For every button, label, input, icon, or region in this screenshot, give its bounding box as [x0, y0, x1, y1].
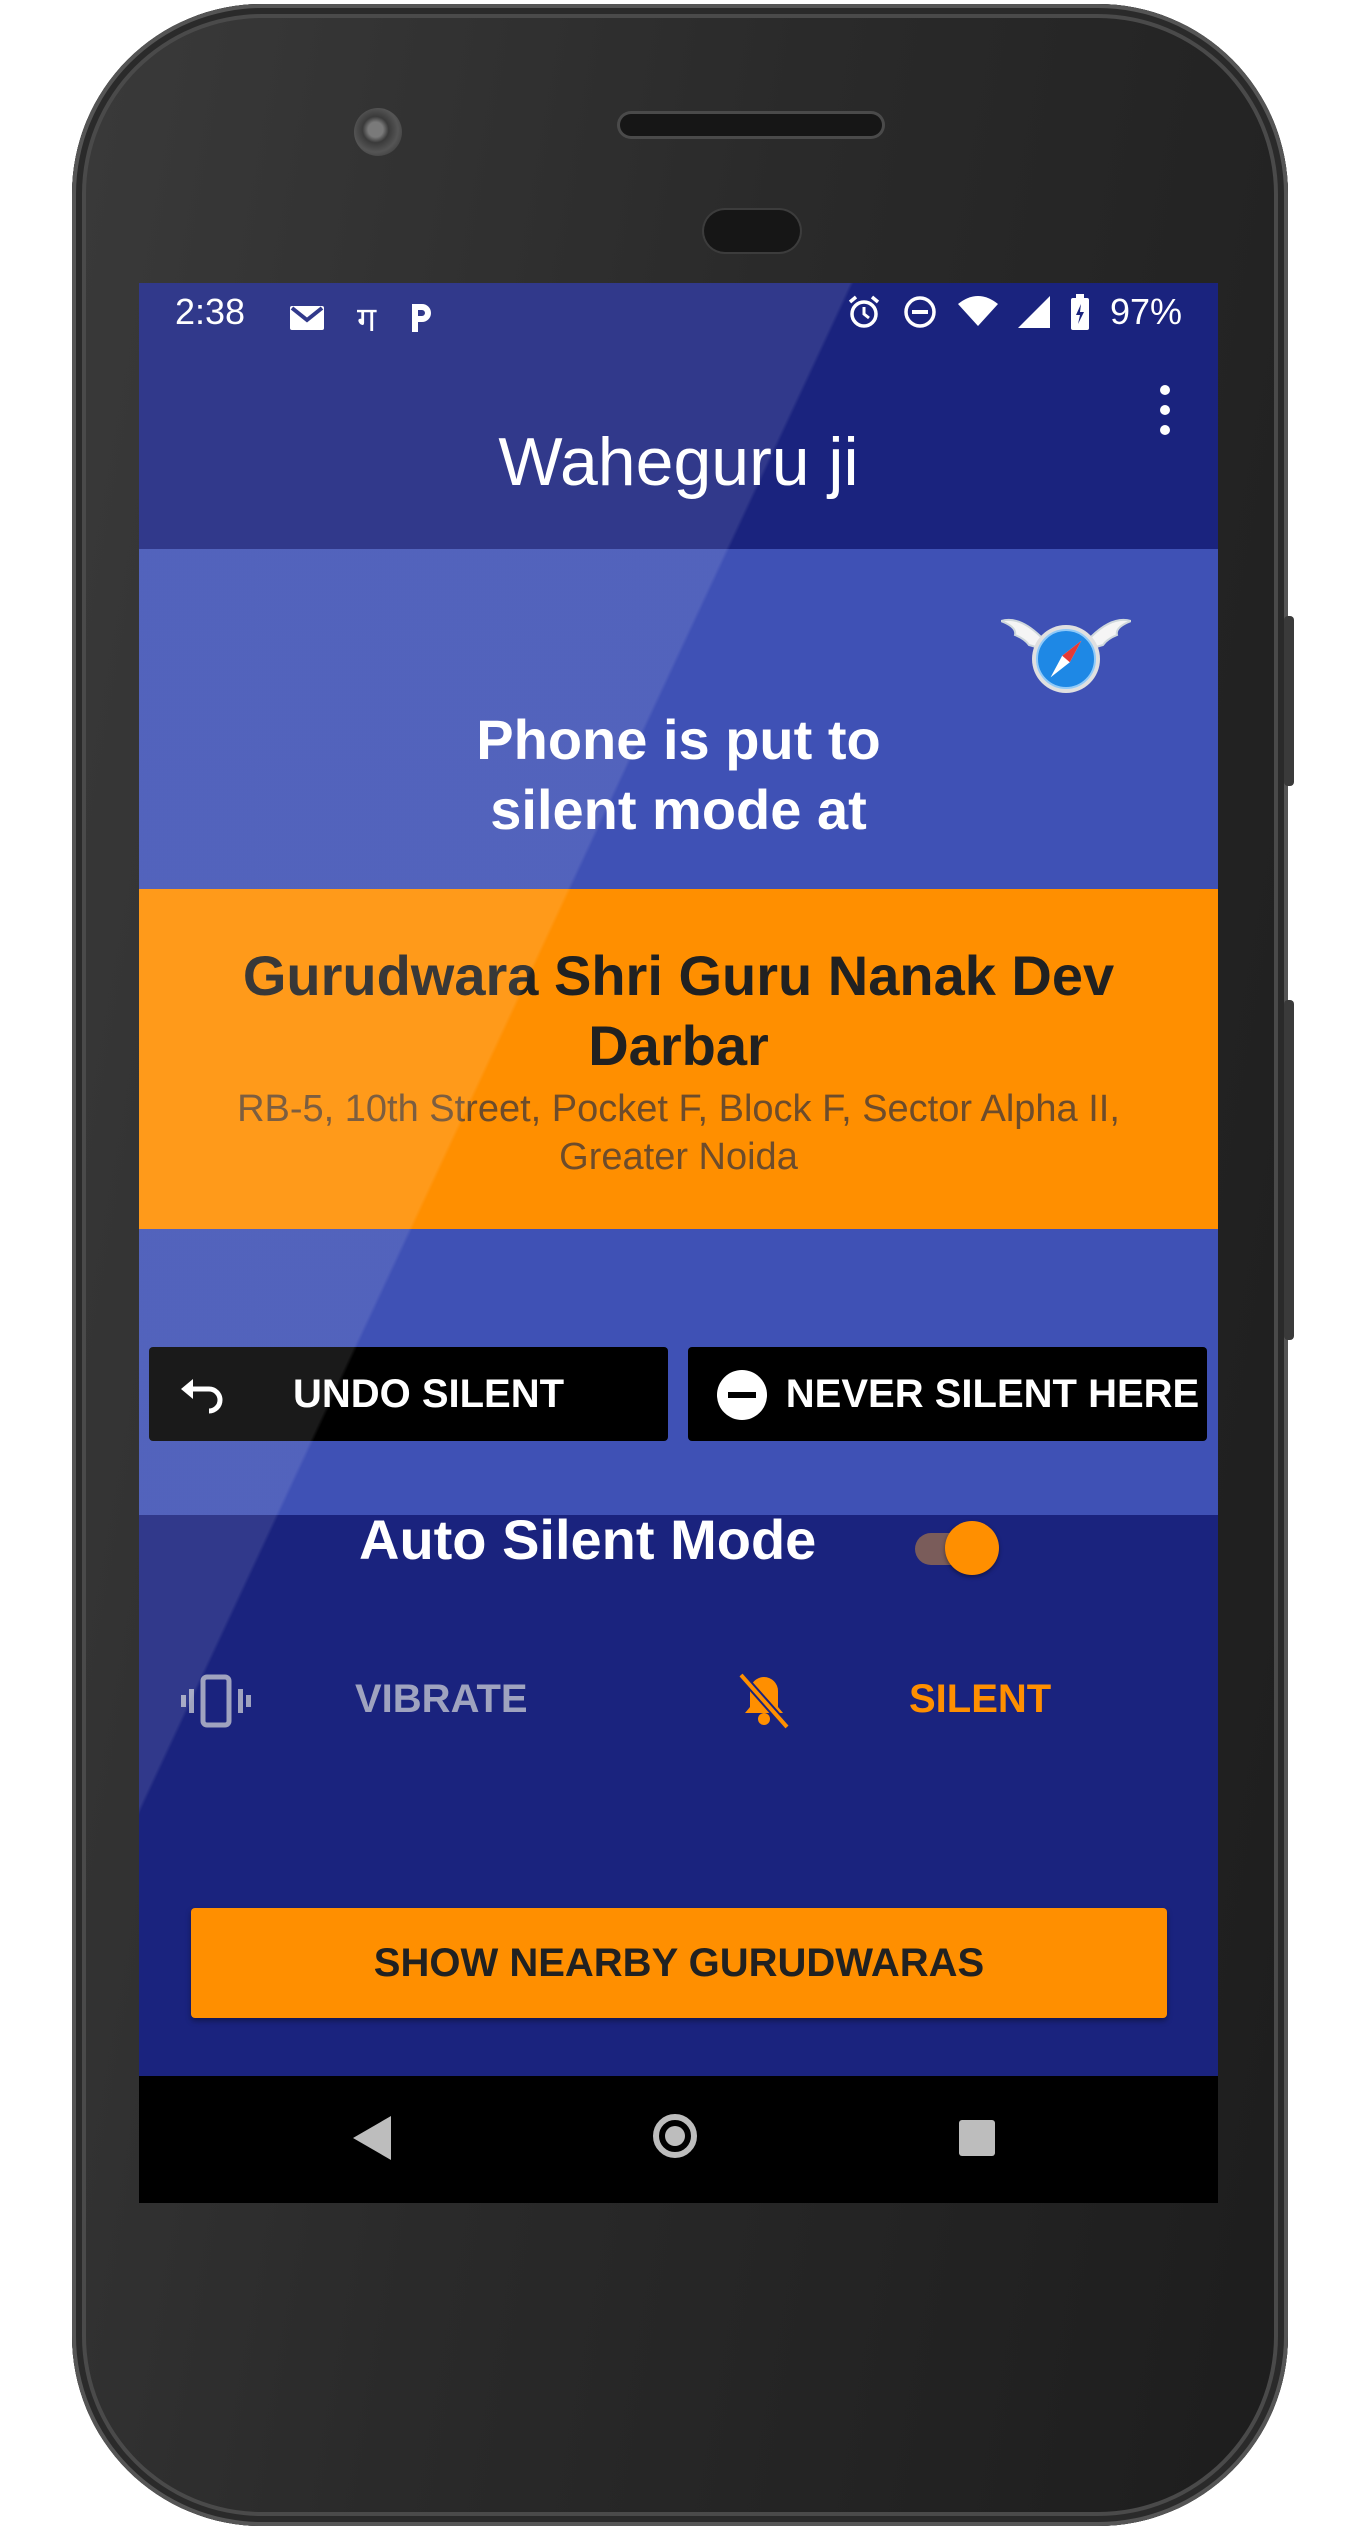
gmail-icon: [290, 306, 324, 330]
volume-button: [1284, 1000, 1294, 1340]
toggle-thumb: [945, 1521, 999, 1575]
auto-silent-label: Auto Silent Mode: [359, 1508, 817, 1571]
front-camera: [354, 108, 402, 156]
home-icon[interactable]: [653, 2114, 697, 2158]
show-nearby-gurudwaras-label: SHOW NEARBY GURUDWARAS: [373, 1940, 985, 1985]
dnd-icon: [904, 296, 936, 328]
navigation-bar: [139, 2076, 1218, 2203]
location-card: Gurudwara Shri Guru Nanak Dev Darbar RB-…: [139, 889, 1218, 1229]
location-address: RB-5, 10th Street, Pocket F, Block F, Se…: [139, 1085, 1218, 1181]
silent-message-line1: Phone is put to: [476, 708, 881, 771]
auto-silent-toggle[interactable]: [907, 1519, 999, 1575]
signal-icon: [1017, 296, 1050, 328]
recents-icon[interactable]: [959, 2120, 995, 2156]
location-address-line2: Greater Noida: [559, 1136, 798, 1178]
never-silent-here-label: NEVER SILENT HERE: [785, 1371, 1200, 1416]
overflow-menu-icon[interactable]: [1158, 385, 1172, 435]
bell-off-icon[interactable]: [729, 1671, 799, 1731]
devanagari-icon: ग: [357, 301, 377, 339]
status-bar: 2:38 ग 97%: [139, 283, 1218, 347]
location-name: Gurudwara Shri Guru Nanak Dev Darbar: [139, 941, 1218, 1081]
alarm-icon: [848, 295, 880, 328]
vibrate-icon[interactable]: [181, 1671, 251, 1731]
undo-silent-button[interactable]: UNDO SILENT: [149, 1347, 668, 1441]
system-icons: 97%: [846, 291, 1182, 333]
mode-selector: VIBRATE SILENT: [139, 1663, 1218, 1743]
battery-charging-icon: [1070, 294, 1089, 330]
proximity-sensor: [704, 210, 800, 252]
app-title: Waheguru ji: [498, 424, 859, 500]
winged-compass-icon: [1001, 619, 1131, 693]
silent-label[interactable]: SILENT: [909, 1677, 1051, 1722]
status-time: 2:38: [175, 291, 246, 332]
location-name-line1: Gurudwara Shri Guru Nanak Dev: [242, 944, 1115, 1007]
location-address-line1: RB-5, 10th Street, Pocket F, Block F, Se…: [237, 1088, 1120, 1130]
silent-message: Phone is put to silent mode at: [139, 705, 1218, 845]
back-icon[interactable]: [353, 2116, 391, 2160]
undo-silent-label: UNDO SILENT: [292, 1371, 565, 1416]
wifi-icon: [957, 296, 998, 326]
silent-message-line2: silent mode at: [490, 778, 867, 841]
app-bar: Waheguru ji: [139, 347, 1218, 549]
screen: 2:38 ग 97% Waheguru ji Phone is put to s…: [139, 283, 1218, 2203]
paytm-icon: [412, 304, 432, 332]
show-nearby-gurudwaras-button[interactable]: SHOW NEARBY GURUDWARAS: [191, 1908, 1167, 2018]
never-silent-here-button[interactable]: NEVER SILENT HERE: [688, 1347, 1207, 1441]
earpiece-speaker: [620, 114, 882, 136]
notification-icons: ग: [289, 295, 434, 341]
power-button: [1284, 616, 1294, 786]
location-name-line2: Darbar: [588, 1014, 769, 1077]
vibrate-label[interactable]: VIBRATE: [355, 1677, 528, 1722]
block-icon: [717, 1370, 767, 1420]
battery-percent: 97%: [1109, 291, 1182, 332]
